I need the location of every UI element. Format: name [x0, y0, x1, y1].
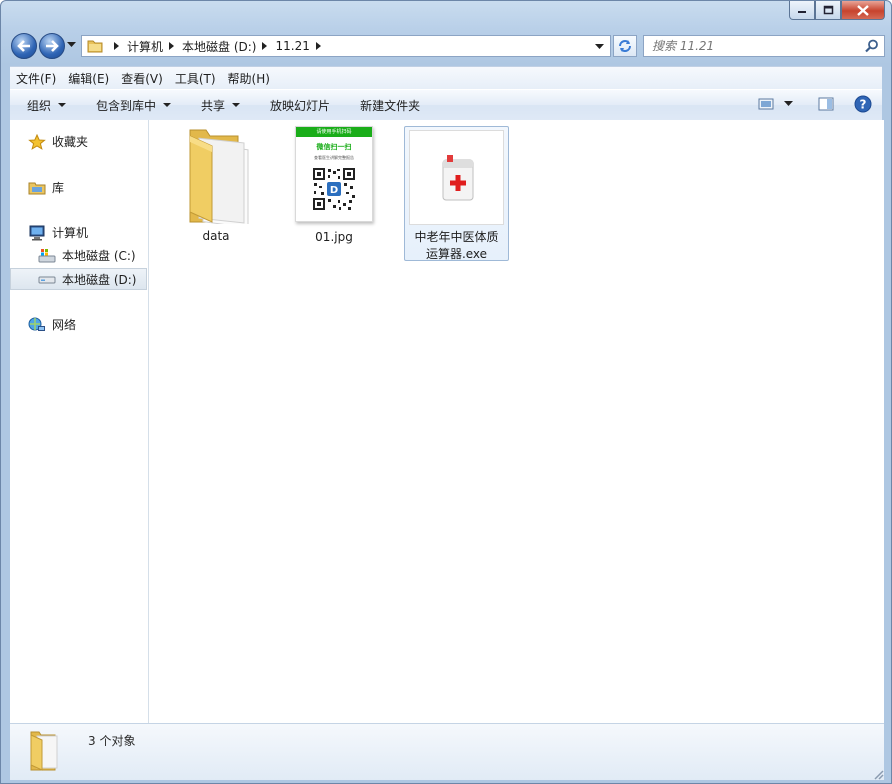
- file-item-01-jpg[interactable]: 请使用手机扫码 微信扫一扫 查看医生讲解完整报告 D 01.jpg: [282, 126, 386, 246]
- recent-pages-dropdown-icon[interactable]: [67, 42, 76, 48]
- computer-icon: [29, 225, 45, 240]
- slideshow-button[interactable]: 放映幻灯片: [254, 97, 344, 114]
- menu-file[interactable]: 文件(F): [10, 70, 62, 87]
- qr-title: 微信扫一扫: [316, 143, 352, 151]
- nav-favorites[interactable]: 收藏夹: [28, 133, 88, 150]
- qr-caption: 查看医生讲解完整报告: [314, 155, 354, 160]
- breadcrumb-drive-d[interactable]: 本地磁盘 (D:): [182, 38, 275, 55]
- breadcrumb-folder[interactable]: 11.21: [275, 39, 328, 53]
- back-arrow-icon: [17, 40, 30, 52]
- star-icon: [28, 133, 46, 150]
- qr-code-icon: D: [312, 167, 356, 211]
- minimize-icon: [798, 11, 806, 13]
- address-history-dropdown-icon[interactable]: [595, 44, 604, 50]
- forward-arrow-icon: [46, 40, 59, 52]
- breadcrumb-separator-icon[interactable]: [169, 42, 175, 50]
- medical-kit-icon: [442, 155, 474, 201]
- navigation-row: 计算机 本地磁盘 (D:) 11.21: [9, 33, 885, 61]
- include-in-library-button[interactable]: 包含到库中: [80, 97, 185, 114]
- dropdown-arrow-icon: [232, 103, 241, 107]
- preview-pane-icon[interactable]: [818, 97, 834, 111]
- file-item-data-folder[interactable]: data: [164, 126, 268, 245]
- close-icon: [857, 4, 869, 16]
- search-box[interactable]: [643, 35, 885, 57]
- svg-text:?: ?: [860, 98, 867, 112]
- nav-drive-c[interactable]: 本地磁盘 (C:): [38, 247, 136, 264]
- command-bar: 组织 包含到库中 共享 放映幻灯片 新建文件夹 ?: [10, 89, 882, 121]
- nav-libraries[interactable]: 库: [28, 179, 64, 196]
- forward-button[interactable]: [39, 33, 65, 59]
- nav-computer[interactable]: 计算机: [28, 224, 88, 241]
- network-icon: [28, 317, 45, 331]
- minimize-button[interactable]: [789, 1, 815, 20]
- dropdown-arrow-icon: [163, 103, 172, 107]
- organize-button[interactable]: 组织: [10, 97, 80, 114]
- caption-buttons: [789, 1, 885, 20]
- menu-view[interactable]: 查看(V): [115, 70, 169, 87]
- close-button[interactable]: [841, 1, 885, 20]
- nav-network[interactable]: 网络: [28, 316, 76, 333]
- maximize-icon: [823, 5, 833, 15]
- breadcrumb-separator-icon[interactable]: [114, 42, 119, 50]
- breadcrumb-computer[interactable]: 计算机: [127, 38, 182, 55]
- address-bar[interactable]: 计算机 本地磁盘 (D:) 11.21: [81, 35, 611, 57]
- breadcrumb-separator-icon[interactable]: [262, 42, 268, 50]
- details-pane: 3 个对象: [10, 723, 884, 780]
- image-thumbnail: 请使用手机扫码 微信扫一扫 查看医生讲解完整报告 D: [295, 126, 373, 222]
- breadcrumb-separator-icon[interactable]: [315, 42, 321, 50]
- folder-icon: [87, 40, 103, 53]
- exe-thumbnail: [409, 130, 504, 225]
- menu-edit[interactable]: 编辑(E): [62, 70, 115, 87]
- share-button[interactable]: 共享: [185, 97, 254, 114]
- refresh-icon: [619, 40, 631, 52]
- new-folder-button[interactable]: 新建文件夹: [344, 97, 434, 114]
- refresh-button[interactable]: [613, 35, 637, 57]
- folder-icon: [30, 731, 58, 771]
- qr-header: 请使用手机扫码: [296, 127, 372, 137]
- file-list: data 请使用手机扫码 微信扫一扫 查看医生讲解完整报告 D 01.jpg 中…: [149, 120, 884, 723]
- dropdown-arrow-icon: [58, 103, 67, 107]
- file-item-exe[interactable]: 中老年中医体质 运算器.exe: [404, 126, 509, 261]
- nav-drive-d[interactable]: 本地磁盘 (D:): [10, 268, 147, 290]
- system-drive-icon: [38, 248, 56, 262]
- resize-grip-icon[interactable]: [872, 768, 884, 780]
- view-controls: ?: [758, 95, 872, 113]
- menu-bar: 文件(F) 编辑(E) 查看(V) 工具(T) 帮助(H): [10, 66, 882, 90]
- item-count: 3 个对象: [88, 734, 136, 748]
- menu-help[interactable]: 帮助(H): [222, 70, 276, 87]
- menu-tools[interactable]: 工具(T): [169, 70, 222, 87]
- library-icon: [28, 182, 46, 194]
- view-options-dropdown-icon[interactable]: [784, 101, 794, 107]
- change-view-icon[interactable]: [758, 97, 774, 111]
- exe-filename: 中老年中医体质 运算器.exe: [414, 230, 499, 261]
- search-icon[interactable]: [865, 39, 879, 53]
- help-icon[interactable]: ?: [854, 95, 872, 113]
- search-input[interactable]: [644, 38, 854, 54]
- explorer-window: 计算机 本地磁盘 (D:) 11.21 文件(F) 编辑(E) 查看(V) 工: [0, 0, 892, 784]
- navigation-pane: 收藏夹 库 计算机 本地磁盘 (C:) 本地磁盘 (D:) 网络: [10, 120, 149, 723]
- back-button[interactable]: [11, 33, 37, 59]
- qr-badge: D: [330, 185, 338, 196]
- folder-icon: [189, 129, 249, 224]
- maximize-button[interactable]: [815, 1, 841, 20]
- drive-icon: [38, 276, 56, 284]
